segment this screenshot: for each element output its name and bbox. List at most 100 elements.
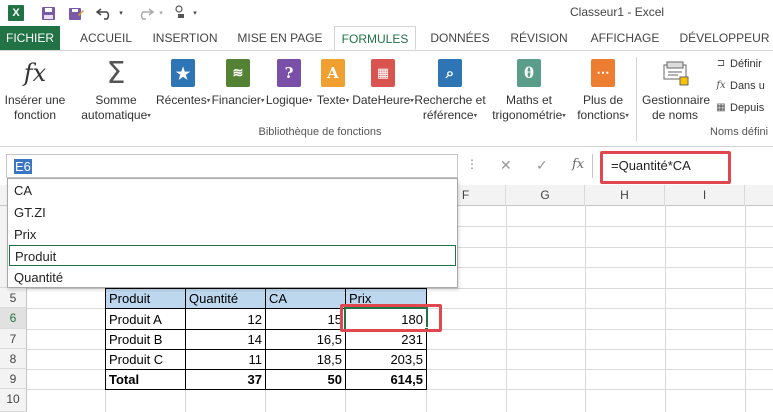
customize-qat-icon[interactable]: ▾ [190, 3, 200, 23]
tab-insertion[interactable]: INSERTION [146, 26, 224, 50]
total-cell[interactable]: 37 [185, 369, 266, 390]
logical-label: Logique [265, 93, 309, 107]
row-header-5[interactable]: 5 [0, 288, 27, 308]
function-library-group-label: Bibliothèque de fonctions [258, 126, 382, 138]
table-cell-e6[interactable]: 180 [345, 308, 427, 330]
define-name-button[interactable]: ⊐ Définir [715, 58, 762, 70]
name-box[interactable]: E6 [6, 154, 458, 178]
name-manager-icon [659, 57, 691, 89]
fill-handle[interactable] [424, 327, 429, 332]
insert-function-label-2: fonction [13, 108, 57, 122]
more-label-1: Plus de [582, 93, 624, 107]
name-manager-label-1: Gestionnaire [642, 93, 711, 107]
defined-names-group-label: Noms défini [710, 126, 769, 138]
name-manager-label-2: de noms [651, 108, 699, 122]
table-cell[interactable]: 14 [185, 329, 266, 350]
table-cell[interactable]: Produit C [105, 349, 186, 370]
table-header-produit[interactable]: Produit [105, 288, 186, 309]
gridline [585, 206, 586, 412]
row-header-9[interactable]: 9 [0, 369, 27, 389]
table-cell[interactable]: 15 [265, 308, 346, 330]
total-cell[interactable]: 50 [265, 369, 346, 390]
table-cell[interactable]: Produit A [105, 308, 186, 330]
formula-bar-grip-icon[interactable]: ⋮ [466, 157, 478, 171]
text-label: Texte [316, 93, 346, 107]
tab-mise-en-page[interactable]: MISE EN PAGE [232, 26, 328, 50]
undo-dropdown-icon[interactable]: ▾ [116, 3, 126, 23]
title-bar: X ▾ ▾ ▾ Classeur1 - Excel [0, 0, 773, 26]
recent-label: Récentes [156, 93, 207, 107]
lookup-dropdown-icon: ▾ [473, 112, 478, 120]
column-header-i[interactable]: I [665, 185, 745, 206]
gridline [506, 206, 507, 412]
column-header-h[interactable]: H [585, 185, 665, 206]
logical-functions-button[interactable]: ? Logique▾ [264, 57, 314, 108]
name-box-dropdown: CA GT.ZI Prix Produit Quantité [7, 178, 458, 288]
grid-small-icon: ▦ [716, 102, 726, 113]
excel-logo-icon[interactable]: X [6, 3, 26, 23]
star-book-icon: ★ [167, 57, 199, 89]
theta-book-icon: θ [513, 57, 545, 89]
named-range-item-quantite[interactable]: Quantité [9, 267, 456, 288]
lookup-functions-button[interactable]: ⌕ Recherche et référence▾ [414, 57, 486, 123]
excel-logo-letter: X [8, 5, 24, 21]
more-dropdown-icon: ▾ [625, 112, 629, 120]
table-cell[interactable]: 16,5 [265, 329, 346, 350]
create-from-selection-button[interactable]: ▦ Depuis [715, 102, 764, 114]
row-header-6[interactable]: 6 [0, 308, 27, 329]
more-functions-button[interactable]: ⋯ Plus de fonctions▾ [570, 57, 636, 123]
datetime-functions-button[interactable]: ▦ DateHeure▾ [352, 57, 414, 108]
tab-revision[interactable]: RÉVISION [504, 26, 574, 50]
table-header-quantite[interactable]: Quantité [185, 288, 266, 309]
formula-text[interactable]: =Quantité*CA [611, 158, 691, 173]
cancel-icon[interactable]: ✕ [500, 157, 512, 174]
table-cell[interactable]: 18,5 [265, 349, 346, 370]
insert-function-button[interactable]: fx Insérer une fonction [2, 57, 68, 123]
row-header-10[interactable]: 10 [0, 389, 27, 412]
redo-icon[interactable] [134, 3, 156, 23]
save-icon[interactable] [38, 3, 58, 23]
redo-dropdown-icon[interactable]: ▾ [156, 3, 166, 23]
enter-check-icon[interactable]: ✓ [536, 157, 548, 174]
math-dropdown-icon: ▾ [562, 112, 566, 120]
name-box-value[interactable]: E6 [14, 159, 32, 174]
table-header-prix[interactable]: Prix [345, 288, 427, 309]
table-cell[interactable]: 12 [185, 308, 266, 330]
name-manager-button[interactable]: Gestionnaire de noms [642, 57, 711, 123]
total-cell[interactable]: 614,5 [345, 369, 427, 390]
tab-fichier[interactable]: FICHIER [0, 26, 60, 50]
row-header-7[interactable]: 7 [0, 329, 27, 349]
insert-function-fx-icon[interactable]: fx [572, 157, 584, 172]
ribbon-formules: fx Insérer une fonction Σ Somme automati… [0, 50, 773, 147]
use-in-formula-button[interactable]: fx Dans u [715, 80, 765, 92]
text-functions-button[interactable]: A Texte▾ [312, 57, 354, 108]
math-functions-button[interactable]: θ Maths et trigonométrie▾ [486, 57, 572, 123]
tab-affichage[interactable]: AFFICHAGE [584, 26, 666, 50]
touch-mode-icon[interactable] [170, 3, 190, 23]
autosum-dropdown-icon: ▾ [147, 112, 151, 120]
table-cell[interactable]: 11 [185, 349, 266, 370]
quick-save-as-icon[interactable] [66, 3, 86, 23]
question-book-icon: ? [273, 57, 305, 89]
table-header-ca[interactable]: CA [265, 288, 346, 309]
tab-formules[interactable]: FORMULES [334, 26, 416, 50]
total-label-cell[interactable]: Total [105, 369, 186, 390]
more-label-2: fonctions [577, 108, 626, 122]
tab-donnees[interactable]: DONNÉES [424, 26, 496, 50]
row-header-8[interactable]: 8 [0, 349, 27, 369]
undo-icon[interactable] [94, 3, 116, 23]
recent-functions-button[interactable]: ★ Récentes▾ [156, 57, 210, 108]
named-range-item-gt-zi[interactable]: GT.ZI [9, 202, 456, 223]
text-book-icon: A [317, 57, 349, 89]
tab-developpeur[interactable]: DÉVELOPPEUR [676, 26, 773, 50]
named-range-item-prix[interactable]: Prix [9, 224, 456, 245]
table-cell[interactable]: 231 [345, 329, 427, 350]
financial-functions-button[interactable]: ≋ Financier▾ [210, 57, 266, 108]
table-cell[interactable]: 203,5 [345, 349, 427, 370]
column-header-g[interactable]: G [506, 185, 585, 206]
autosum-button[interactable]: Σ Somme automatique▾ [76, 57, 156, 123]
named-range-item-ca[interactable]: CA [9, 180, 456, 201]
named-range-item-produit[interactable]: Produit [9, 245, 456, 266]
table-cell[interactable]: Produit B [105, 329, 186, 350]
tab-accueil[interactable]: ACCUEIL [68, 26, 144, 50]
